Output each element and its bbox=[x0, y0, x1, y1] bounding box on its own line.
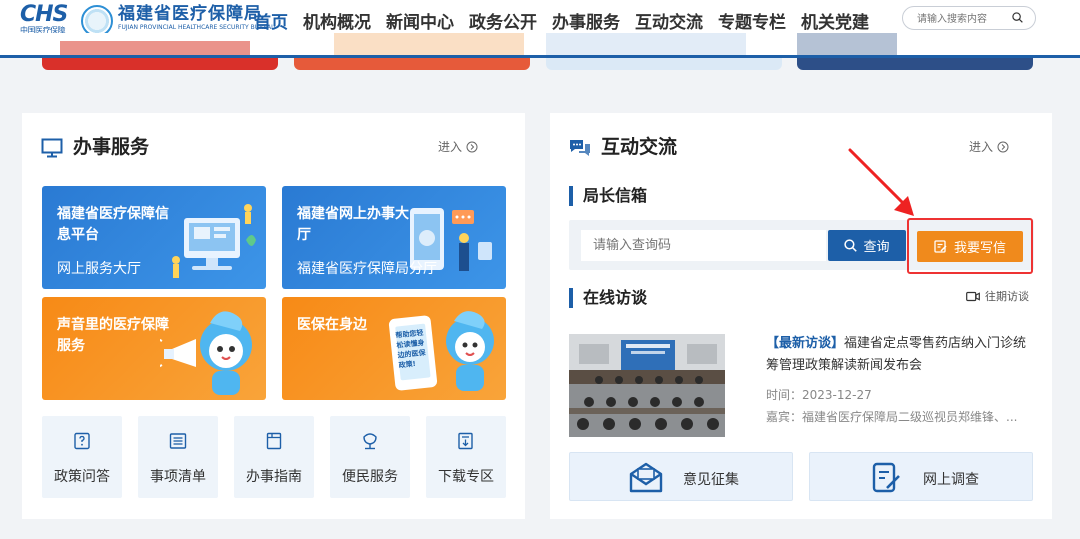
interview-guest: 嘉宾：福建省医疗保障局二级巡视员郑维锋、... bbox=[766, 410, 1018, 424]
chs-logo-mark: CHS bbox=[20, 2, 68, 27]
card-subtitle: 福建省医疗保障局分厅 bbox=[297, 261, 437, 277]
medical-info-platform-card[interactable]: 福建省医疗保障信息平台 网上服务大厅 bbox=[42, 186, 266, 289]
circle-arrow-icon bbox=[997, 141, 1009, 153]
card-subtitle: 网上服务大厅 bbox=[57, 261, 141, 277]
opinion-collection-label: 意见征集 bbox=[683, 472, 739, 488]
question-doc-icon bbox=[74, 432, 90, 450]
past-interviews-label: 往期访谈 bbox=[985, 290, 1029, 303]
write-letter-label: 我要写信 bbox=[953, 241, 1006, 256]
nav-item[interactable]: 机关党建 bbox=[801, 10, 869, 36]
banner-thumb[interactable] bbox=[797, 58, 1033, 70]
search-input[interactable] bbox=[917, 8, 1017, 31]
circle-arrow-icon bbox=[466, 141, 478, 153]
service-panel: 办事服务 进入 福建省医疗保障信息平台 网上服务大厅 福建省网上办事大厅 福建省… bbox=[22, 113, 525, 519]
interaction-enter-link[interactable]: 进入 bbox=[969, 139, 1009, 155]
chs-logo[interactable]: CHS 中国医疗保障 bbox=[20, 4, 74, 36]
quick-link-policy-qa[interactable]: 政策问答 bbox=[42, 416, 122, 498]
monitor-icon bbox=[41, 138, 63, 158]
list-icon bbox=[169, 433, 187, 449]
card-title: 声音里的医疗保障服务 bbox=[57, 317, 169, 354]
interview-time: 时间：2023-12-27 bbox=[766, 388, 872, 402]
banner-thumb[interactable] bbox=[546, 58, 782, 70]
book-icon bbox=[266, 432, 282, 450]
card-title: 福建省医疗保障信息平台 bbox=[57, 206, 169, 243]
nav-item[interactable]: 办事服务 bbox=[552, 10, 620, 36]
site-name-cn: 福建省医疗保障局 bbox=[118, 4, 262, 24]
write-letter-button[interactable]: 我要写信 bbox=[917, 231, 1023, 262]
nav-item[interactable]: 新闻中心 bbox=[386, 10, 454, 36]
enter-label: 进入 bbox=[969, 140, 994, 154]
query-code-input[interactable] bbox=[581, 230, 826, 261]
quick-link-download[interactable]: 下载专区 bbox=[426, 416, 506, 498]
card-title: 福建省网上办事大厅 bbox=[297, 206, 409, 243]
latest-interview-link[interactable]: 【最新访谈】福建省定点零售药店纳入门诊统筹管理政策解读新闻发布会 bbox=[766, 333, 1036, 377]
online-service-hall-card[interactable]: 福建省网上办事大厅 福建省医疗保障局分厅 bbox=[282, 186, 506, 289]
search-icon[interactable] bbox=[1012, 12, 1023, 23]
online-survey-label: 网上调查 bbox=[923, 472, 979, 488]
interaction-title: 互动交流 bbox=[601, 136, 678, 158]
banner-thumb[interactable] bbox=[42, 58, 278, 70]
enter-label: 进入 bbox=[438, 140, 463, 154]
quick-link-guide[interactable]: 办事指南 bbox=[234, 416, 314, 498]
insurance-nearby-card[interactable]: 帮助您轻松读懂身边的医保政策! 医保在身边 bbox=[282, 297, 506, 400]
edit-letter-icon bbox=[934, 240, 947, 253]
service-title: 办事服务 bbox=[73, 136, 150, 158]
nav-item[interactable]: 政务公开 bbox=[469, 10, 537, 36]
envelope-icon bbox=[629, 462, 663, 493]
banner-thumb[interactable] bbox=[294, 58, 530, 70]
quick-link-label: 便民服务 bbox=[342, 469, 398, 485]
platform-illustration bbox=[172, 204, 256, 278]
site-header: CHS 中国医疗保障 福建省医疗保障局 FUJIAN PROVINCIAL HE… bbox=[0, 0, 1080, 58]
online-survey-button[interactable]: 网上调查 bbox=[809, 452, 1033, 501]
quick-link-label: 办事指南 bbox=[246, 469, 302, 485]
interview-photo[interactable] bbox=[569, 334, 725, 437]
flower-icon bbox=[363, 433, 377, 450]
site-name-en: FUJIAN PROVINCIAL HEALTHCARE SECURITY BU… bbox=[118, 24, 276, 31]
site-name[interactable]: 福建省医疗保障局 FUJIAN PROVINCIAL HEALTHCARE SE… bbox=[118, 4, 276, 32]
quick-link-item-list[interactable]: 事项清单 bbox=[138, 416, 218, 498]
nav-item[interactable]: 首页 bbox=[254, 10, 288, 36]
site-search bbox=[902, 6, 1036, 31]
service-enter-link[interactable]: 进入 bbox=[438, 139, 478, 155]
header-banner-strip bbox=[0, 33, 897, 55]
online-interview-title: 在线访谈 bbox=[569, 288, 647, 308]
query-button[interactable]: 查询 bbox=[828, 230, 906, 261]
nav-item[interactable]: 互动交流 bbox=[635, 10, 703, 36]
nav-item[interactable]: 专题专栏 bbox=[718, 10, 786, 36]
latest-interview-tag: 【最新访谈】 bbox=[766, 336, 845, 351]
video-camera-icon bbox=[966, 291, 980, 301]
write-letter-highlight: 我要写信 bbox=[907, 218, 1033, 274]
mailbox-title: 局长信箱 bbox=[569, 186, 647, 206]
main-nav: 首页 机构概况 新闻中心 政务公开 办事服务 互动交流 专题专栏 机关党建 bbox=[254, 10, 884, 36]
quick-link-label: 政策问答 bbox=[54, 469, 110, 485]
quick-link-label: 下载专区 bbox=[438, 469, 494, 485]
search-icon bbox=[844, 239, 858, 252]
red-arrow-annotation bbox=[848, 148, 914, 216]
past-interviews-link[interactable]: 往期访谈 bbox=[966, 288, 1029, 304]
download-doc-icon bbox=[458, 432, 473, 450]
nav-item[interactable]: 机构概况 bbox=[303, 10, 371, 36]
survey-doc-icon bbox=[872, 462, 900, 493]
opinion-collection-button[interactable]: 意见征集 bbox=[569, 452, 793, 501]
quick-link-convenience[interactable]: 便民服务 bbox=[330, 416, 410, 498]
audio-service-card[interactable]: 声音里的医疗保障服务 bbox=[42, 297, 266, 400]
chat-bubbles-icon bbox=[570, 140, 590, 156]
quick-link-label: 事项清单 bbox=[150, 469, 206, 485]
query-button-label: 查询 bbox=[863, 240, 890, 255]
interaction-panel: 互动交流 进入 局长信箱 查询 我要写信 在线访谈 bbox=[550, 113, 1052, 519]
card-title: 医保在身边 bbox=[297, 317, 367, 333]
